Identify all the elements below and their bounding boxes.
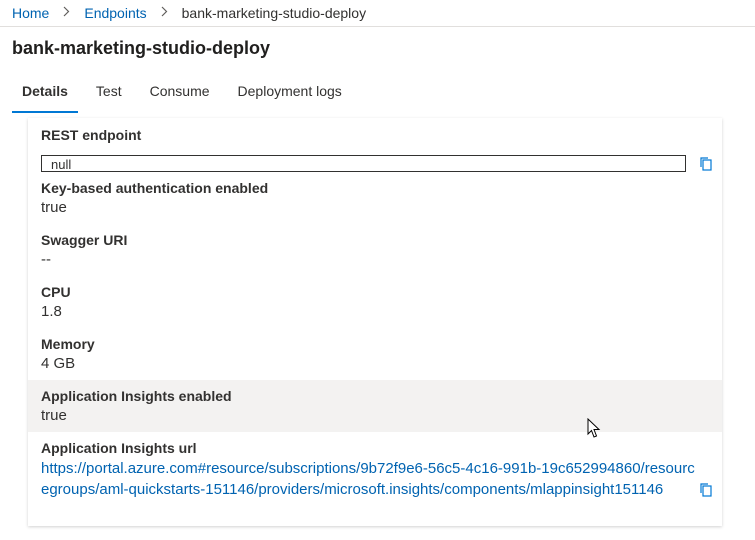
tab-test[interactable]: Test [86, 80, 132, 113]
mouse-pointer-icon [587, 417, 601, 440]
field-key-auth: Key-based authentication enabled true [28, 179, 722, 231]
cpu-value: 1.8 [41, 303, 62, 320]
chevron-right-icon [161, 6, 168, 20]
field-app-insights-enabled: Application Insights enabled true [28, 380, 722, 432]
memory-value: 4 GB [41, 355, 76, 372]
field-cpu: CPU 1.8 [28, 283, 722, 335]
details-card: REST endpoint null Key-based authenticat… [28, 118, 722, 526]
copy-icon[interactable] [698, 156, 714, 172]
cpu-label: CPU [41, 284, 71, 300]
tab-details[interactable]: Details [12, 80, 78, 113]
field-app-insights-url: Application Insights url https://portal.… [28, 439, 722, 523]
swagger-uri-label: Swagger URI [41, 232, 128, 248]
chevron-right-icon [63, 6, 70, 20]
rest-endpoint-label: REST endpoint [41, 127, 142, 143]
app-insights-url-link[interactable]: https://portal.azure.com#resource/subscr… [41, 458, 701, 500]
rest-endpoint-field[interactable]: null [41, 155, 686, 172]
app-insights-enabled-value: true [41, 407, 67, 424]
page-title: bank-marketing-studio-deploy [12, 38, 271, 58]
tab-bar: Details Test Consume Deployment logs [12, 80, 360, 114]
breadcrumb-endpoints-link[interactable]: Endpoints [84, 5, 146, 21]
breadcrumb-current: bank-marketing-studio-deploy [181, 5, 367, 21]
field-memory: Memory 4 GB [28, 335, 722, 380]
app-insights-url-label: Application Insights url [41, 440, 197, 456]
key-auth-value: true [41, 199, 67, 216]
field-swagger-uri: Swagger URI -- [28, 231, 722, 283]
tab-deployment-logs[interactable]: Deployment logs [228, 80, 352, 113]
copy-icon[interactable] [698, 482, 714, 498]
breadcrumb: Home Endpoints bank-marketing-studio-dep… [0, 0, 755, 27]
key-auth-label: Key-based authentication enabled [41, 180, 269, 196]
field-rest-endpoint: REST endpoint null [28, 126, 722, 176]
breadcrumb-home-link[interactable]: Home [12, 5, 49, 21]
app-insights-enabled-label: Application Insights enabled [41, 388, 232, 404]
memory-label: Memory [41, 336, 95, 352]
tab-consume[interactable]: Consume [140, 80, 220, 113]
swagger-uri-value: -- [41, 251, 51, 268]
